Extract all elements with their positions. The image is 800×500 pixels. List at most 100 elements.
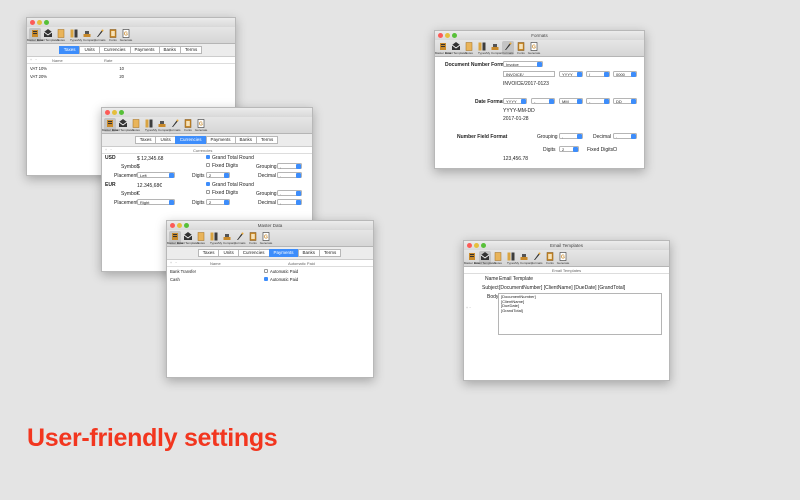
tab-payments[interactable]: Payments <box>205 136 236 144</box>
close-button[interactable] <box>105 110 110 115</box>
fixed-digits-checkbox[interactable] <box>206 163 210 167</box>
toolbar-formats[interactable]: Formats <box>234 231 246 245</box>
tab-taxes[interactable]: Taxes <box>58 46 81 54</box>
tab-taxes[interactable]: Taxes <box>197 249 220 257</box>
toolbar-fonts[interactable]: Fonts <box>247 231 259 245</box>
decimal-popup[interactable]: . <box>277 172 302 178</box>
toolbar-generate[interactable]: G Generate <box>557 251 569 265</box>
minimize-button[interactable] <box>112 110 117 115</box>
table-row[interactable]: VAT 20% 20 <box>27 72 235 80</box>
minimize-button[interactable] <box>445 33 450 38</box>
grand-total-checkbox[interactable] <box>206 155 210 159</box>
toolbar-notes[interactable]: Notes <box>463 41 475 55</box>
toolbar-my-company[interactable]: My Company <box>486 41 504 55</box>
digits-popup[interactable]: 2 <box>206 199 230 205</box>
toolbar-generate[interactable]: G Generate <box>260 231 272 245</box>
table-row[interactable]: VAT 10% 10 <box>27 64 235 72</box>
close-button[interactable] <box>467 243 472 248</box>
grouping-popup[interactable]: , <box>277 163 302 169</box>
tab-payments[interactable]: Payments <box>129 46 160 54</box>
tab-units[interactable]: Units <box>79 46 100 54</box>
doc-type-popup[interactable]: Invoice <box>503 61 543 67</box>
digits-popup[interactable]: 2 <box>206 172 230 178</box>
minimize-button[interactable] <box>177 223 182 228</box>
fixed-digits-checkbox[interactable] <box>206 190 210 194</box>
date-day-popup[interactable]: DD <box>613 98 637 104</box>
subject-field[interactable]: [DocumentNumber] [ClientName] [DueDate] … <box>499 285 625 291</box>
toolbar-notes[interactable]: Notes <box>55 28 67 42</box>
tab-units[interactable]: Units <box>218 249 239 257</box>
close-button[interactable] <box>170 223 175 228</box>
automatic-paid-checkbox[interactable] <box>264 277 268 281</box>
date-year-popup[interactable]: YYYY <box>503 98 527 104</box>
close-button[interactable] <box>438 33 443 38</box>
toolbar-formats[interactable]: Formats <box>531 251 543 265</box>
doc-separator-popup[interactable]: / <box>586 71 610 77</box>
toolbar-formats[interactable]: Formats <box>502 41 514 55</box>
toolbar-email-templates[interactable]: Email Templates <box>37 28 59 42</box>
tab-banks[interactable]: Banks <box>234 136 258 144</box>
toolbar-formats[interactable]: Formats <box>94 28 106 42</box>
toolbar-email-templates[interactable]: Email Templates <box>445 41 467 55</box>
tab-currencies[interactable]: Currencies <box>98 46 131 54</box>
zoom-button[interactable] <box>184 223 189 228</box>
body-textarea[interactable]: [DocumentNumber] [ClientName] [DueDate] … <box>498 293 662 335</box>
date-sep2-popup[interactable]: - <box>586 98 610 104</box>
tab-currencies[interactable]: Currencies <box>174 136 207 144</box>
toolbar-notes[interactable]: Notes <box>492 251 504 265</box>
tab-banks[interactable]: Banks <box>158 46 182 54</box>
tab-terms[interactable]: Terms <box>319 249 342 257</box>
toolbar-fonts[interactable]: Fonts <box>515 41 527 55</box>
tab-currencies[interactable]: Currencies <box>237 249 270 257</box>
zoom-button[interactable] <box>119 110 124 115</box>
tab-terms[interactable]: Terms <box>256 136 279 144</box>
column-automatic-paid[interactable]: Automatic Paid <box>288 261 315 266</box>
doc-year-popup[interactable]: YYYY <box>559 71 583 77</box>
toolbar-fonts[interactable]: Fonts <box>107 28 119 42</box>
grand-total-checkbox[interactable] <box>206 182 210 186</box>
tab-banks[interactable]: Banks <box>297 249 321 257</box>
decimal-popup[interactable]: . <box>613 133 637 139</box>
column-name[interactable]: Name <box>210 261 288 266</box>
zoom-button[interactable] <box>44 20 49 25</box>
doc-prefix-field[interactable]: INVOICE/ <box>503 71 555 77</box>
toolbar-formats[interactable]: Formats <box>169 118 181 132</box>
fixed-digits-checkbox[interactable] <box>613 147 617 151</box>
toolbar-fonts[interactable]: Fonts <box>182 118 194 132</box>
column-name[interactable]: Name <box>52 58 104 63</box>
tab-units[interactable]: Units <box>155 136 176 144</box>
toolbar-my-company[interactable]: My Company <box>515 251 533 265</box>
automatic-paid-checkbox[interactable] <box>264 269 268 273</box>
grouping-popup[interactable]: . <box>277 190 302 196</box>
toolbar-my-company[interactable]: My Company <box>78 28 96 42</box>
toolbar-fonts[interactable]: Fonts <box>544 251 556 265</box>
table-row[interactable]: Bank Transfer Automatic Paid <box>167 267 373 275</box>
digits-popup[interactable]: 2 <box>559 146 579 152</box>
toolbar-my-company[interactable]: My Company <box>153 118 171 132</box>
toolbar-notes[interactable]: Notes <box>195 231 207 245</box>
name-field[interactable]: Email Template <box>499 276 533 282</box>
toolbar-email-templates[interactable]: Email Templates <box>112 118 134 132</box>
doc-counter-popup[interactable]: 0000 <box>613 71 637 77</box>
toolbar-generate[interactable]: G Generate <box>120 28 132 42</box>
toolbar-email-templates[interactable]: Email Templates <box>177 231 199 245</box>
tab-taxes[interactable]: Taxes <box>134 136 157 144</box>
tab-terms[interactable]: Terms <box>180 46 203 54</box>
column-rate[interactable]: Rate <box>104 58 112 63</box>
minimize-button[interactable] <box>37 20 42 25</box>
symbol-value[interactable]: € <box>137 191 140 197</box>
table-row[interactable]: Cash Automatic Paid <box>167 275 373 283</box>
toolbar-my-company[interactable]: My Company <box>218 231 236 245</box>
zoom-button[interactable] <box>452 33 457 38</box>
toolbar-notes[interactable]: Notes <box>130 118 142 132</box>
symbol-value[interactable]: $ <box>137 164 140 170</box>
date-sep1-popup[interactable]: - <box>531 98 555 104</box>
date-month-popup[interactable]: MM <box>559 98 583 104</box>
grouping-popup[interactable]: , <box>559 133 583 139</box>
zoom-button[interactable] <box>481 243 486 248</box>
toolbar-generate[interactable]: G Generate <box>528 41 540 55</box>
toolbar-email-templates[interactable]: Email Templates <box>474 251 496 265</box>
toolbar-generate[interactable]: G Generate <box>195 118 207 132</box>
tab-payments[interactable]: Payments <box>268 249 299 257</box>
minimize-button[interactable] <box>474 243 479 248</box>
